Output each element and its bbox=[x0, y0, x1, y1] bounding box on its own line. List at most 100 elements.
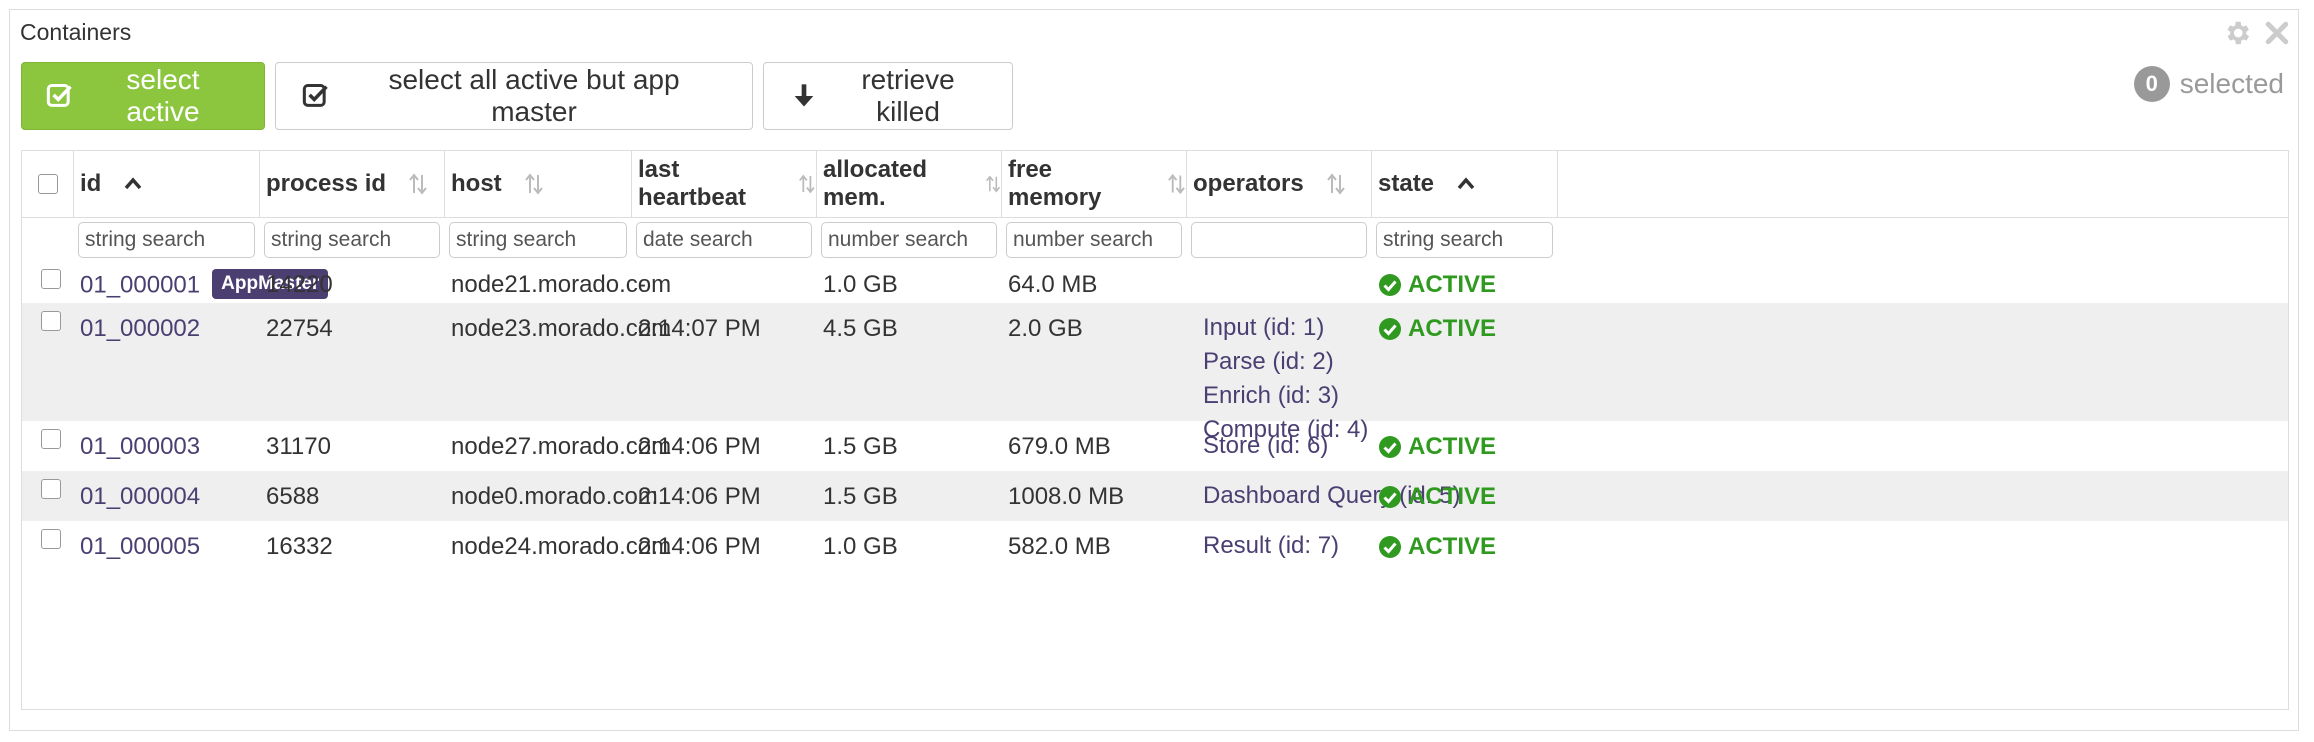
column-header-state[interactable]: state bbox=[1372, 151, 1558, 217]
cell-id: 01_000004 bbox=[80, 471, 200, 511]
select-active-button[interactable]: select active bbox=[21, 62, 265, 130]
selected-count: 0 selected bbox=[2133, 66, 2284, 102]
filter-host[interactable] bbox=[449, 222, 627, 258]
row-checkbox[interactable] bbox=[41, 479, 61, 499]
select-active-label: select active bbox=[126, 64, 200, 127]
column-header-id[interactable]: id bbox=[74, 151, 260, 217]
cell-last-heartbeat: 2:14:07 PM bbox=[638, 315, 761, 342]
check-circle-icon bbox=[1379, 536, 1401, 558]
check-square-icon bbox=[46, 83, 72, 107]
cell-operators: Result (id: 7) bbox=[1203, 521, 1339, 563]
state-active: ACTIVE bbox=[1378, 483, 1496, 511]
container-id-link[interactable]: 01_000001 bbox=[80, 271, 200, 298]
cell-process-id: 6588 bbox=[266, 483, 320, 510]
cell-state: ACTIVE bbox=[1378, 265, 1496, 299]
cell-allocated-mem: 4.5 GB bbox=[823, 315, 898, 342]
cell-id: 01_000005 bbox=[80, 521, 200, 561]
check-square-icon bbox=[302, 83, 328, 107]
row-checkbox[interactable] bbox=[41, 429, 61, 449]
operator-link[interactable]: Parse (id: 2) bbox=[1203, 345, 1368, 379]
sort-both-icon bbox=[409, 173, 427, 195]
container-id-link[interactable]: 01_000005 bbox=[80, 533, 200, 560]
select-all-but-master-label: select all active but app master bbox=[388, 64, 680, 127]
cell-state: ACTIVE bbox=[1378, 421, 1496, 461]
selected-count-badge: 0 bbox=[2133, 66, 2170, 102]
sort-both-icon bbox=[985, 175, 1001, 193]
column-header-label: state bbox=[1378, 170, 1435, 197]
cell-id: 01_000002 bbox=[80, 303, 200, 343]
row-checkbox[interactable] bbox=[41, 529, 61, 549]
table-row[interactable]: 01_000003 31170 node27.morado.com 2:14:06 P… bbox=[22, 421, 2288, 471]
filter-free-memory[interactable] bbox=[1006, 222, 1182, 258]
state-active: ACTIVE bbox=[1378, 315, 1496, 343]
column-header-label: operators bbox=[1193, 170, 1304, 197]
column-header-label: id bbox=[80, 170, 102, 197]
cell-allocated-mem: 1.5 GB bbox=[823, 483, 898, 510]
row-checkbox[interactable] bbox=[41, 311, 61, 331]
column-header-allocated-mem[interactable]: allocated mem. bbox=[817, 151, 1002, 217]
retrieve-killed-button[interactable]: retrieve killed bbox=[763, 62, 1013, 130]
sort-both-icon bbox=[1168, 173, 1185, 195]
table-row[interactable]: 01_000004 6588 node0.morado.com 2:14:06 PM 1… bbox=[22, 471, 2288, 521]
select-all-checkbox[interactable] bbox=[37, 174, 58, 194]
cell-state: ACTIVE bbox=[1378, 471, 1496, 511]
column-header-label: host bbox=[451, 170, 502, 197]
operator-link[interactable]: Result (id: 7) bbox=[1203, 529, 1339, 563]
cell-state: ACTIVE bbox=[1378, 521, 1496, 561]
column-header-label: allocated mem. bbox=[823, 156, 928, 211]
filter-operators[interactable] bbox=[1191, 222, 1367, 258]
sort-both-icon bbox=[1326, 173, 1345, 195]
state-active: ACTIVE bbox=[1378, 433, 1496, 461]
sort-both-icon bbox=[799, 174, 815, 194]
select-all-but-master-button[interactable]: select all active but app master bbox=[275, 62, 753, 130]
container-id-link[interactable]: 01_000003 bbox=[80, 433, 200, 460]
column-header-label: last heartbeat bbox=[638, 156, 747, 211]
table-row[interactable]: 01_000001 AppMaster 14220 node21.morado.com… bbox=[22, 265, 2288, 303]
filter-row bbox=[22, 217, 2288, 265]
toolbar: select active select all active but app … bbox=[21, 62, 1013, 130]
cell-allocated-mem: 1.5 GB bbox=[823, 433, 898, 460]
column-header-process-id[interactable]: process id bbox=[260, 151, 445, 217]
filter-state[interactable] bbox=[1376, 222, 1553, 258]
column-header-host[interactable]: host bbox=[445, 151, 632, 217]
filter-id[interactable] bbox=[78, 222, 255, 258]
cell-host: node0.morado.com bbox=[451, 483, 658, 510]
check-circle-icon bbox=[1379, 486, 1401, 508]
operator-link[interactable]: Store (id: 6) bbox=[1203, 429, 1328, 463]
operator-link[interactable]: Enrich (id: 3) bbox=[1203, 379, 1368, 413]
column-header-free-memory[interactable]: free memory bbox=[1002, 151, 1187, 217]
column-header-operators[interactable]: operators bbox=[1187, 151, 1372, 217]
filter-last-heartbeat[interactable] bbox=[636, 222, 812, 258]
state-label: ACTIVE bbox=[1408, 483, 1497, 510]
cell-process-id: 31170 bbox=[266, 433, 331, 460]
table-header: id process id host last heartbeat allocated … bbox=[22, 151, 2288, 218]
state-label: ACTIVE bbox=[1408, 315, 1497, 342]
container-id-link[interactable]: 01_000002 bbox=[80, 315, 200, 342]
close-icon[interactable] bbox=[2262, 18, 2292, 48]
selected-label: selected bbox=[2179, 68, 2284, 99]
table-row[interactable]: 01_000005 16332 node24.morado.com 2:14:06 P… bbox=[22, 521, 2288, 571]
column-header-last-heartbeat[interactable]: last heartbeat bbox=[632, 151, 817, 217]
header-select-cell bbox=[22, 151, 74, 217]
state-active: ACTIVE bbox=[1378, 533, 1496, 561]
check-circle-icon bbox=[1379, 436, 1401, 458]
state-label: ACTIVE bbox=[1408, 433, 1497, 460]
state-active: ACTIVE bbox=[1378, 271, 1496, 299]
cell-process-id: 16332 bbox=[266, 533, 333, 560]
cell-free-memory: 2.0 GB bbox=[1008, 315, 1083, 342]
panel-tools bbox=[2222, 18, 2292, 48]
cell-allocated-mem: 1.0 GB bbox=[823, 533, 898, 560]
retrieve-killed-label: retrieve killed bbox=[861, 64, 955, 127]
table-row[interactable]: 01_000002 22754 node23.morado.com 2:14:07 P… bbox=[22, 303, 2288, 443]
container-id-link[interactable]: 01_000004 bbox=[80, 483, 200, 510]
filter-process-id[interactable] bbox=[264, 222, 440, 258]
cell-last-heartbeat: 2:14:06 PM bbox=[638, 483, 761, 510]
row-checkbox[interactable] bbox=[41, 269, 61, 289]
check-circle-icon bbox=[1379, 318, 1401, 340]
gear-icon[interactable] bbox=[2222, 18, 2252, 48]
cell-allocated-mem: 1.0 GB bbox=[823, 271, 898, 298]
cell-last-heartbeat: 2:14:06 PM bbox=[638, 433, 761, 460]
operator-link[interactable]: Input (id: 1) bbox=[1203, 311, 1368, 345]
filter-allocated-mem[interactable] bbox=[821, 222, 997, 258]
column-header-label: process id bbox=[266, 170, 387, 197]
